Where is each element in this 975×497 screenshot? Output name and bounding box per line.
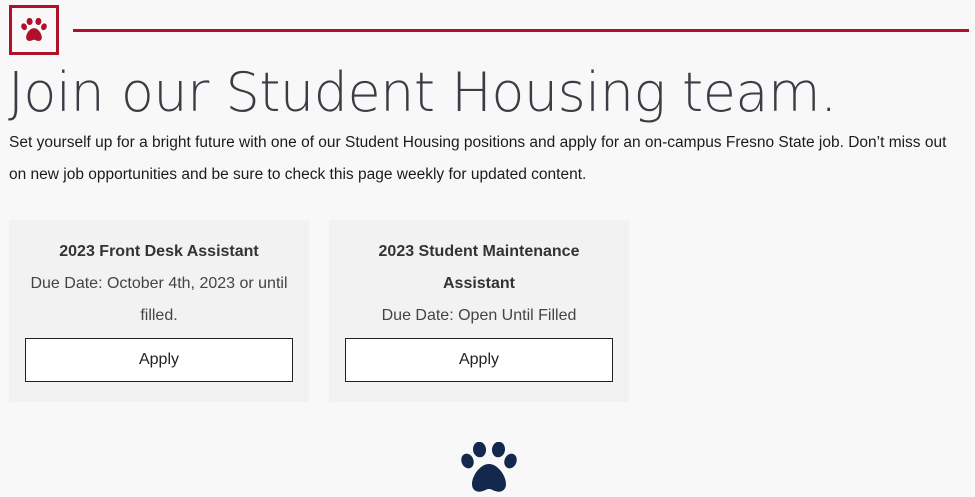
job-card-front-desk: 2023 Front Desk Assistant Due Date: Octo…	[9, 220, 309, 402]
job-title: 2023 Front Desk Assistant	[59, 243, 259, 260]
job-title: 2023 Student Maintenance Assistant	[378, 243, 580, 292]
header-divider	[73, 29, 969, 32]
apply-button-maintenance[interactable]: Apply	[345, 338, 613, 382]
job-card-maintenance: 2023 Student Maintenance Assistant Due D…	[329, 220, 629, 402]
paw-icon	[21, 18, 47, 41]
paw-icon	[461, 442, 517, 492]
page-title: Join our Student Housing team.	[8, 61, 837, 124]
logo-badge	[9, 5, 59, 55]
intro-text: Set yourself up for a bright future with…	[9, 134, 947, 183]
page: Join our Student Housing team. Set yours…	[0, 0, 975, 497]
job-due-date: Due Date: Open Until Filled	[381, 307, 577, 324]
job-due-date: Due Date: October 4th, 2023 or until fil…	[30, 275, 288, 324]
apply-button-front-desk[interactable]: Apply	[25, 338, 293, 382]
